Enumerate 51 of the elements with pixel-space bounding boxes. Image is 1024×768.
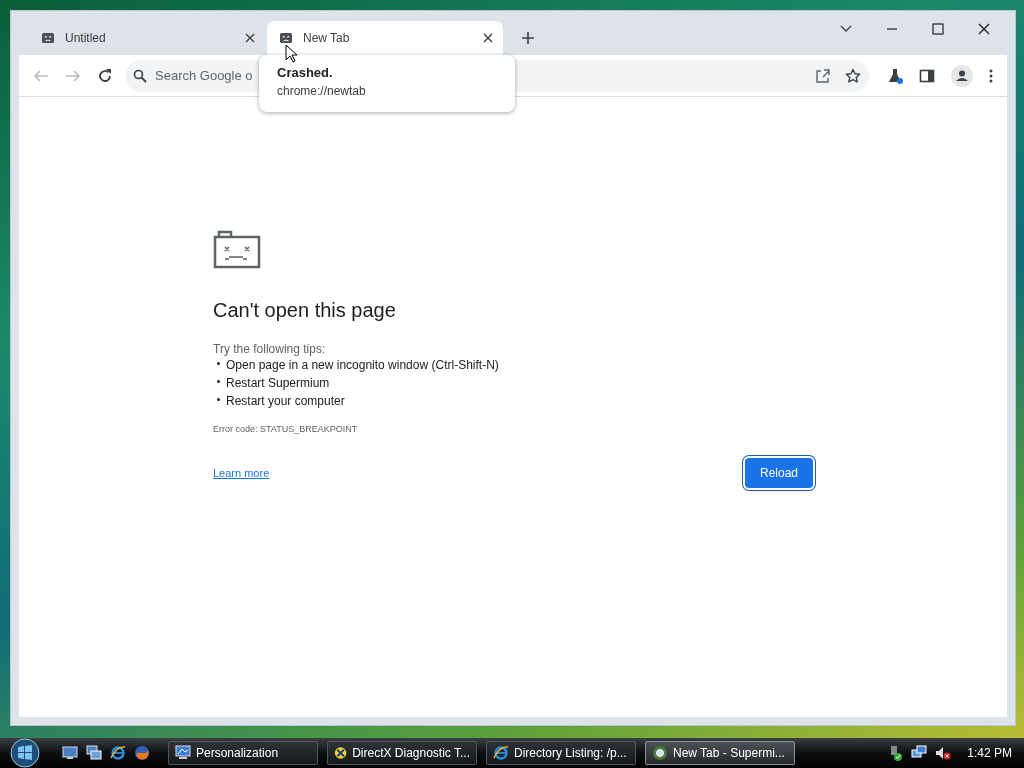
reload-icon[interactable] [97,67,113,84]
globe-icon [652,745,668,761]
taskbar-button[interactable]: Directory Listing: /p... [486,741,636,765]
muted-speaker-icon[interactable] [935,745,952,761]
profile-icon[interactable] [951,64,973,87]
monitor-icon [175,745,191,761]
share-icon[interactable] [815,67,831,84]
tip-text: Open page in a new incognito window (Ctrl-Shift-N) [226,358,499,372]
bullet-icon [217,362,220,365]
side-panel-icon[interactable] [919,67,935,84]
taskbar-button[interactable]: Personalization [168,741,318,765]
tooltip-title: Crashed. [277,65,334,80]
sad-tab-icon [41,31,55,45]
flask-icon[interactable] [887,67,903,84]
tab-title: New Tab [303,31,351,45]
menu-icon[interactable] [989,67,993,84]
tab[interactable]: New Tab [267,21,503,55]
close-icon[interactable] [245,33,255,43]
learn-more-link[interactable]: Learn more [213,467,270,479]
close-icon[interactable] [978,23,990,35]
search-icon [133,68,147,83]
maximize-icon[interactable] [932,23,944,35]
sad-tab-icon [279,31,293,45]
close-icon[interactable] [483,33,493,43]
start-orb-icon[interactable] [8,738,42,768]
network-icon[interactable] [911,745,928,761]
reload-button[interactable]: Reload [744,458,813,488]
browser-e-icon [493,745,509,761]
tip-text: Restart your computer [226,394,345,408]
taskbar-button[interactable]: DirectX Diagnostic T... [327,741,477,765]
tips-intro: Try the following tips: [213,342,327,356]
taskbar-button[interactable]: New Tab - Supermi... [645,741,795,765]
window-switch-icon[interactable] [86,745,102,761]
browser-e-icon[interactable] [110,745,126,761]
error-heading: Can't open this page [213,299,397,322]
bullet-icon [217,380,220,383]
address-placeholder: Search Google o [155,68,253,83]
clock[interactable]: 1:42 PM [967,746,1012,760]
star-icon[interactable] [845,67,861,84]
desktop-icon[interactable] [62,745,78,761]
bullet-icon [217,398,220,401]
tab[interactable]: Untitled [29,21,265,55]
new-tab-icon[interactable] [521,31,535,45]
tooltip-url: chrome://newtab [277,84,367,98]
tip-text: Restart Supermium [226,376,330,390]
x-circle-icon [334,745,348,761]
error-code: Error code: STATUS_BREAKPOINT [213,424,359,434]
chevron-down-icon[interactable] [840,25,852,33]
fox-globe-icon[interactable] [134,745,150,761]
sad-folder-icon [213,229,261,269]
tab-title: Untitled [65,31,107,45]
